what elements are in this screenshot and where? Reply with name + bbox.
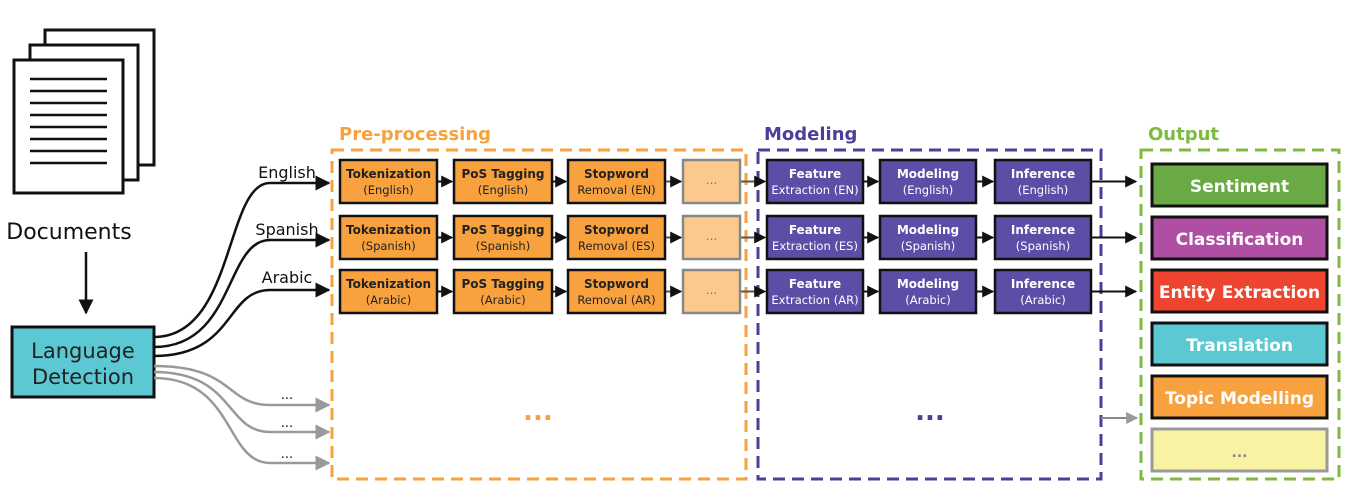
modeling-step-box: Feature Extraction (ES) xyxy=(765,214,865,261)
output-item-label: Sentiment xyxy=(1190,177,1289,197)
nlp-pipeline-diagram: Documents Language Detection English Span… xyxy=(6,28,1341,481)
box-title: Tokenization xyxy=(346,223,431,237)
preprocessing-step-box: Tokenization (English) xyxy=(338,158,439,205)
box-subtitle: Extraction (AR) xyxy=(771,293,858,307)
box-title: PoS Tagging xyxy=(461,223,544,237)
output-item: Translation xyxy=(1150,321,1329,367)
box-title: PoS Tagging xyxy=(461,167,544,181)
box-text: ... xyxy=(706,229,717,243)
box-title: Feature xyxy=(789,223,841,237)
box-title: Modeling xyxy=(897,277,959,291)
output-item: Sentiment xyxy=(1150,162,1329,208)
branch-arrow xyxy=(153,282,331,358)
box-text: ... xyxy=(706,283,717,297)
branch-label: ... xyxy=(281,447,293,462)
preprocessing-title: Pre-processing xyxy=(339,124,491,145)
modeling-step-box: Inference (Arabic) xyxy=(993,268,1093,315)
modeling-step-box: Feature Extraction (EN) xyxy=(765,158,865,205)
box-subtitle: (English) xyxy=(903,183,954,197)
branch-label: ... xyxy=(281,388,293,403)
box-subtitle: Removal (ES) xyxy=(578,239,655,253)
box-subtitle: (English) xyxy=(478,183,529,197)
modeling-step-box: Inference (Spanish) xyxy=(993,214,1093,261)
output-item: Entity Extraction xyxy=(1150,268,1329,314)
box-title: Modeling xyxy=(897,223,959,237)
preprocessing-more-box: ... xyxy=(681,214,742,261)
output-item-label: Translation xyxy=(1186,336,1293,356)
language-detection-line2: Detection xyxy=(32,365,134,389)
preprocessing-step-box: PoS Tagging (Arabic) xyxy=(452,268,554,315)
box-subtitle: (Arabic) xyxy=(366,293,411,307)
output-item-label: ... xyxy=(1232,445,1248,461)
modeling-ellipsis: ... xyxy=(915,397,945,427)
box-subtitle: Removal (EN) xyxy=(577,183,655,197)
box-subtitle: (Spanish) xyxy=(1016,239,1070,253)
modeling-step-box: Modeling (Spanish) xyxy=(878,214,978,261)
output-title: Output xyxy=(1148,124,1219,145)
preprocessing-ellipsis: ... xyxy=(523,397,553,427)
preprocessing-more-box: ... xyxy=(681,158,742,205)
preprocessing-step-box: Tokenization (Spanish) xyxy=(338,214,439,261)
preprocessing-more-box: ... xyxy=(681,268,742,315)
box-title: Inference xyxy=(1011,167,1075,181)
preprocessing-step-box: Stopword Removal (AR) xyxy=(566,268,667,315)
box-title: PoS Tagging xyxy=(461,277,544,291)
box-subtitle: Extraction (EN) xyxy=(771,183,858,197)
branch-label: Arabic xyxy=(262,268,313,287)
box-title: Stopword xyxy=(584,167,649,181)
box-subtitle: (Spanish) xyxy=(361,239,415,253)
modeling-step-box: Modeling (English) xyxy=(878,158,978,205)
box-subtitle: (English) xyxy=(363,183,414,197)
box-title: Tokenization xyxy=(346,277,431,291)
modeling-step-box: Feature Extraction (AR) xyxy=(765,268,865,315)
output-item-label: Topic Modelling xyxy=(1165,389,1314,409)
modeling-title: Modeling xyxy=(764,124,857,145)
document-stack-icon xyxy=(12,28,156,195)
language-detection-line1: Language xyxy=(31,339,135,363)
box-subtitle: Extraction (ES) xyxy=(772,239,858,253)
box-text: ... xyxy=(706,173,717,187)
documents-label: Documents xyxy=(6,220,131,245)
box-title: Inference xyxy=(1011,223,1075,237)
preprocessing-step-box: PoS Tagging (English) xyxy=(452,158,554,205)
output-item: ... xyxy=(1150,427,1329,473)
output-item: Classification xyxy=(1150,215,1329,261)
branch-label: Spanish xyxy=(255,220,318,239)
modeling-step-box: Modeling (Arabic) xyxy=(878,268,978,315)
box-subtitle: (Arabic) xyxy=(1020,293,1065,307)
box-subtitle: (Spanish) xyxy=(476,239,530,253)
box-title: Inference xyxy=(1011,277,1075,291)
branch-label: English xyxy=(258,163,316,182)
box-title: Feature xyxy=(789,167,841,181)
box-subtitle: (English) xyxy=(1018,183,1069,197)
preprocessing-step-box: Stopword Removal (EN) xyxy=(566,158,667,205)
box-subtitle: (Arabic) xyxy=(905,293,950,307)
output-item-label: Classification xyxy=(1176,230,1304,250)
box-subtitle: Removal (AR) xyxy=(577,293,655,307)
output-item-label: Entity Extraction xyxy=(1159,283,1320,303)
box-title: Stopword xyxy=(584,277,649,291)
preprocessing-step-box: Tokenization (Arabic) xyxy=(338,268,439,315)
box-title: Stopword xyxy=(584,223,649,237)
box-title: Tokenization xyxy=(346,167,431,181)
output-item: Topic Modelling xyxy=(1150,374,1329,420)
box-subtitle: (Arabic) xyxy=(480,293,525,307)
language-detection-box: Language Detection xyxy=(10,325,156,399)
box-title: Feature xyxy=(789,277,841,291)
preprocessing-step-box: PoS Tagging (Spanish) xyxy=(452,214,554,261)
box-subtitle: (Spanish) xyxy=(901,239,955,253)
branch-arrow xyxy=(153,364,331,413)
modeling-step-box: Inference (English) xyxy=(993,158,1093,205)
box-title: Modeling xyxy=(897,167,959,181)
preprocessing-step-box: Stopword Removal (ES) xyxy=(566,214,667,261)
branch-label: ... xyxy=(281,416,293,431)
